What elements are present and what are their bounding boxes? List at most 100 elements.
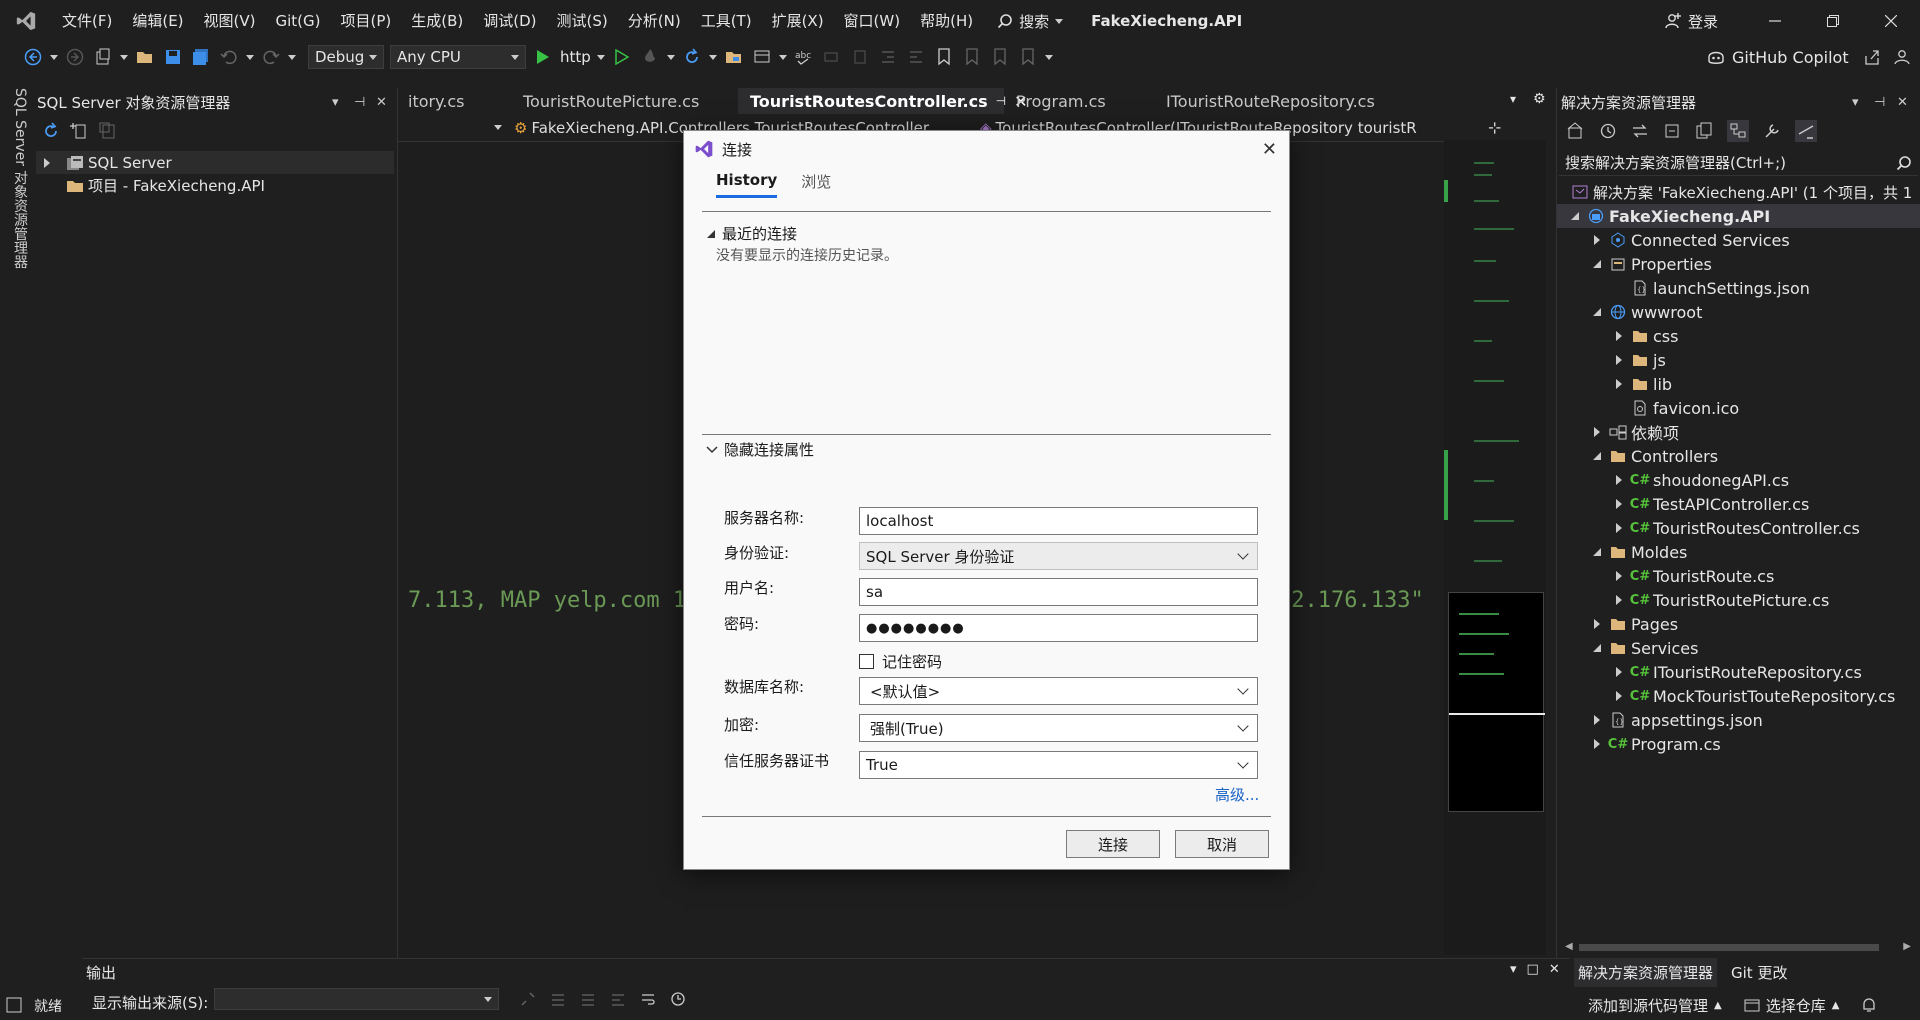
collapse-arrow-icon[interactable] (1591, 300, 1603, 324)
tab-itouristrouterepository[interactable]: ITouristRouteRepository.cs (1154, 88, 1390, 114)
code-text-left[interactable]: 7.113, MAP yelp.com 1 (408, 588, 686, 613)
solution-tree-item[interactable]: wwwroot (1557, 300, 1920, 324)
gear-icon[interactable]: ⚙ (1533, 91, 1546, 107)
panel-menu-icon[interactable]: ▾ (1510, 962, 1517, 977)
expand-arrow-icon[interactable] (1613, 588, 1625, 612)
connection-properties-header[interactable]: 隐藏连接属性 (706, 439, 814, 460)
menu-analyze[interactable]: 分析(N) (618, 0, 691, 42)
solution-search-input[interactable]: 搜索解决方案资源管理器(Ctrl+;) (1559, 150, 1918, 176)
close-icon[interactable]: ✕ (1897, 95, 1908, 110)
expand-arrow-icon[interactable] (1591, 612, 1603, 636)
recent-connections-header[interactable]: 最近的连接 (706, 223, 797, 244)
add-server-icon[interactable] (70, 122, 88, 140)
properties-icon[interactable] (1763, 122, 1781, 140)
expand-arrow-icon[interactable] (1591, 228, 1603, 252)
collapse-arrow-icon[interactable] (1591, 252, 1603, 276)
solution-tree-item[interactable]: favicon.ico (1557, 396, 1920, 420)
solution-tree-item[interactable]: js (1557, 348, 1920, 372)
save-all-icon[interactable] (190, 46, 212, 68)
disconnect-icon[interactable] (98, 122, 116, 140)
new-item-icon[interactable] (92, 46, 114, 68)
authentication-dropdown[interactable]: SQL Server 身份验证 (859, 542, 1258, 570)
word-wrap-icon[interactable] (640, 991, 656, 1007)
maximize-icon[interactable]: □ (1527, 962, 1539, 977)
bookmark-icon[interactable] (933, 46, 955, 68)
notifications-icon[interactable] (1861, 997, 1877, 1013)
expand-arrow-icon[interactable] (1613, 468, 1625, 492)
expand-arrow-icon[interactable] (1613, 348, 1625, 372)
solution-tree-item[interactable]: C# TouristRoutePicture.cs (1557, 588, 1920, 612)
start-without-debugging-icon[interactable] (611, 46, 633, 68)
clear-bookmarks-icon[interactable] (1017, 46, 1039, 68)
open-folder-icon[interactable] (134, 46, 156, 68)
next-bookmark-icon[interactable] (989, 46, 1011, 68)
github-copilot-button[interactable]: GitHub Copilot (1706, 42, 1911, 72)
menu-build[interactable]: 生成(B) (401, 0, 473, 42)
expand-arrow-icon[interactable] (1613, 660, 1625, 684)
tab-touristroutepicture[interactable]: TouristRoutePicture.cs (508, 88, 738, 114)
chevron-down-icon[interactable] (596, 54, 605, 60)
minimap[interactable] (1444, 140, 1546, 955)
preview-icon[interactable] (1795, 120, 1817, 142)
filter-icon[interactable] (1727, 120, 1749, 142)
close-dialog-button[interactable]: ✕ (1262, 139, 1277, 160)
expand-arrow-icon[interactable] (1613, 564, 1625, 588)
server-name-input[interactable]: localhost (859, 507, 1258, 535)
collapse-arrow-icon[interactable] (1591, 540, 1603, 564)
clock-icon[interactable] (670, 991, 686, 1007)
indent-icon[interactable] (877, 46, 899, 68)
close-window-button[interactable] (1868, 0, 1914, 42)
close-icon[interactable]: ✕ (376, 95, 387, 110)
login-button[interactable]: 登录 (1664, 0, 1718, 42)
tab-repository[interactable]: itory.cs (398, 88, 508, 114)
tab-browse[interactable]: 浏览 (801, 171, 831, 198)
minimize-button[interactable] (1752, 0, 1798, 42)
folder-view-icon[interactable] (723, 46, 745, 68)
solution-tree-item[interactable]: C# shoudonegAPI.cs (1557, 468, 1920, 492)
uncomment-icon[interactable] (849, 46, 871, 68)
expand-arrow-icon[interactable] (1591, 708, 1603, 732)
close-icon[interactable]: ✕ (1549, 962, 1560, 977)
prev-bookmark-icon[interactable] (961, 46, 983, 68)
expand-arrow-icon[interactable] (1613, 684, 1625, 708)
solution-tree-item[interactable]: lib (1557, 372, 1920, 396)
chevron-down-icon[interactable] (778, 54, 787, 60)
password-input[interactable]: ●●●●●●●● (859, 614, 1258, 642)
start-debugging-icon[interactable] (532, 46, 554, 68)
solution-tree-item[interactable]: C# TestAPIController.cs (1557, 492, 1920, 516)
output-source-dropdown[interactable] (214, 988, 499, 1010)
expand-arrow-icon[interactable] (1591, 420, 1603, 444)
tab-program[interactable]: Program.cs (1004, 88, 1154, 114)
pin-icon[interactable]: ⊣ (1874, 95, 1885, 110)
sync-icon[interactable] (1631, 122, 1649, 140)
menu-tools[interactable]: 工具(T) (691, 0, 762, 42)
forward-icon[interactable] (64, 46, 86, 68)
remember-password-checkbox[interactable]: 记住密码 (859, 651, 942, 672)
save-icon[interactable] (162, 46, 184, 68)
tab-list-icon[interactable]: ▾ (1510, 92, 1516, 106)
redo-icon[interactable] (260, 46, 282, 68)
sql-explorer-side-tab[interactable]: SQL Server 对象资源管理器 (10, 88, 30, 269)
menu-help[interactable]: 帮助(H) (910, 0, 983, 42)
menu-test[interactable]: 测试(S) (547, 0, 618, 42)
solution-tree-item[interactable]: C# MockTouristTouteRepository.cs (1557, 684, 1920, 708)
restore-button[interactable] (1810, 0, 1856, 42)
add-to-source-control[interactable]: 添加到源代码管理 ▲ (1588, 995, 1722, 1016)
comment-icon[interactable] (821, 46, 843, 68)
tree-node-sql-server[interactable]: SQL Server (36, 151, 394, 174)
collapse-arrow-icon[interactable] (1591, 636, 1603, 660)
solution-tree-item[interactable]: {} launchSettings.json (1557, 276, 1920, 300)
select-repository[interactable]: 选择仓库 ▲ (1744, 995, 1839, 1016)
menu-project[interactable]: 项目(P) (331, 0, 402, 42)
advanced-link[interactable]: 高级... (1215, 784, 1259, 805)
menu-edit[interactable]: 编辑(E) (122, 0, 193, 42)
chevron-down-icon[interactable] (120, 54, 128, 60)
run-target-label[interactable]: http (560, 48, 591, 66)
chevron-down-icon[interactable] (708, 54, 717, 60)
home-icon[interactable] (1567, 122, 1585, 140)
clear-all-icon[interactable] (610, 991, 626, 1007)
menu-extensions[interactable]: 扩展(X) (762, 0, 834, 42)
solution-tree-item[interactable]: Moldes (1557, 540, 1920, 564)
menu-file[interactable]: 文件(F) (52, 0, 122, 42)
solution-tree-item[interactable]: 依赖项 (1557, 420, 1920, 444)
